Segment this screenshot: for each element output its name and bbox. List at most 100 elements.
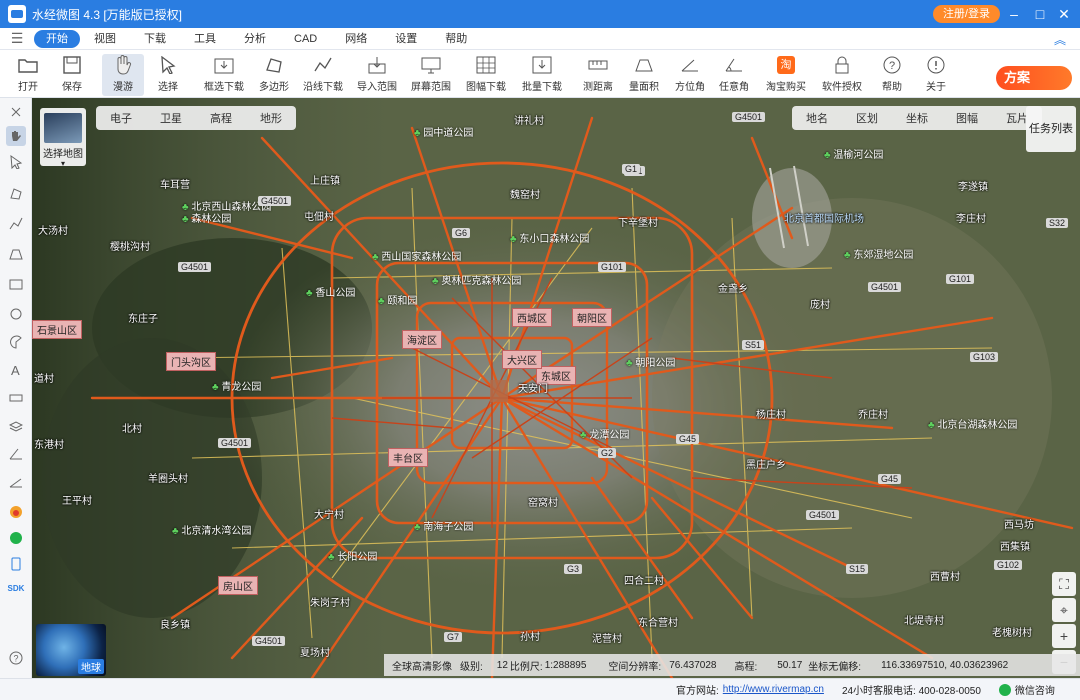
map-park: 龙潭公园: [580, 426, 629, 441]
cursor-icon: [157, 54, 179, 76]
menu-bar: ☰ 开始 视图 下载 工具 分析 CAD 网络 设置 帮助 ︽: [0, 28, 1080, 50]
info-icon: [925, 54, 947, 76]
menu-analysis[interactable]: 分析: [230, 30, 280, 48]
map-label: 西集镇: [1000, 542, 1030, 553]
tool-license[interactable]: 软件授权: [818, 54, 866, 96]
sector-icon[interactable]: [6, 332, 26, 352]
map-label: 大汤村: [38, 226, 68, 237]
wechat-consult-link[interactable]: 微信咨询: [1015, 682, 1055, 697]
menu-network[interactable]: 网络: [331, 30, 381, 48]
menu-download[interactable]: 下载: [130, 30, 180, 48]
tool-label: 淘宝购买: [766, 82, 806, 93]
tool-sheet-download[interactable]: 图幅下载: [462, 54, 510, 96]
menu-cad[interactable]: CAD: [280, 30, 331, 48]
site-link[interactable]: http://www.rivermap.cn: [723, 684, 824, 695]
map-layer-tab[interactable]: 区划: [842, 110, 892, 126]
tool-label: 方位角: [675, 82, 705, 93]
map-label: 东港村: [34, 440, 64, 451]
polyline-icon: [312, 54, 334, 76]
highway-shield: G102: [994, 560, 1023, 570]
map-type-tab[interactable]: 高程: [196, 110, 246, 126]
map-label: 道村: [34, 374, 54, 385]
globe-view-button[interactable]: 地球: [36, 624, 106, 676]
highway-shield: G7: [444, 632, 463, 642]
help-icon[interactable]: ?: [6, 648, 26, 668]
map-label: 王平村: [62, 496, 92, 507]
tool-batch-download[interactable]: 批量下载: [518, 54, 566, 96]
pin-icon[interactable]: [6, 102, 26, 122]
menu-settings[interactable]: 设置: [381, 30, 431, 48]
menu-help[interactable]: 帮助: [431, 30, 481, 48]
svg-text:?: ?: [14, 654, 19, 664]
tool-box-download[interactable]: 框选下载: [200, 54, 248, 96]
map-type-tab[interactable]: 电子: [96, 110, 146, 126]
close-icon[interactable]: ✕: [1054, 4, 1074, 24]
map-label: 杨庄村: [756, 410, 786, 421]
angle-icon[interactable]: [6, 444, 26, 464]
zoom-in-icon[interactable]: +: [1052, 624, 1076, 648]
tool-open[interactable]: 打开: [8, 54, 48, 96]
circle-icon[interactable]: [6, 304, 26, 324]
map-park: 香山公园: [306, 284, 355, 299]
text-icon[interactable]: A: [6, 360, 26, 380]
map-layer-tab[interactable]: 图幅: [942, 110, 992, 126]
map-type-tab[interactable]: 卫星: [146, 110, 196, 126]
tool-measure-area[interactable]: 量面积: [624, 54, 664, 96]
locate-icon[interactable]: ⌖: [1052, 598, 1076, 622]
hand-icon[interactable]: [6, 126, 26, 146]
minimize-icon[interactable]: –: [1004, 4, 1024, 24]
area-icon[interactable]: [6, 244, 26, 264]
highway-shield: G101: [946, 274, 975, 284]
weibo-icon[interactable]: [6, 502, 26, 522]
tool-measure-distance[interactable]: 测距离: [578, 54, 618, 96]
taobao-icon: 淘: [775, 54, 797, 76]
tool-line-download[interactable]: 沿线下载: [300, 54, 346, 96]
tool-label: 任意角: [719, 82, 749, 93]
map-view[interactable]: 讲礼村 车耳营 上庄镇 魏窑村 大汤村 樱桃沟村 屯佃村 东庄子 石景山区 海淀…: [32, 98, 1080, 678]
save-icon: [61, 54, 83, 76]
task-list-button[interactable]: 任务列表: [1026, 106, 1076, 152]
ruler-icon[interactable]: [6, 388, 26, 408]
status-resolution: 76.437028: [669, 659, 717, 671]
tool-any-angle[interactable]: 任意角: [714, 54, 754, 96]
tool-help[interactable]: ? 帮助: [872, 54, 912, 96]
search-scheme-button[interactable]: 方案: [996, 66, 1072, 90]
fullscreen-icon[interactable]: ⛶: [1052, 572, 1076, 596]
polyline-icon[interactable]: [6, 214, 26, 234]
bearing-icon[interactable]: [6, 472, 26, 492]
tool-pan[interactable]: 漫游: [102, 54, 144, 96]
polygon-icon[interactable]: [6, 184, 26, 204]
map-label: 羊圈头村: [148, 474, 188, 485]
login-button[interactable]: 注册/登录: [932, 5, 1000, 23]
menu-start[interactable]: 开始: [34, 29, 80, 48]
tool-taobao[interactable]: 淘 淘宝购买: [762, 54, 810, 96]
layers-icon[interactable]: [6, 416, 26, 436]
map-label: 下辛堡村: [618, 218, 658, 229]
map-layer-tab[interactable]: 坐标: [892, 110, 942, 126]
basemap-selector[interactable]: 选择地图 ▾: [40, 108, 86, 168]
menu-tools[interactable]: 工具: [180, 30, 230, 48]
cursor-icon[interactable]: [6, 152, 26, 172]
map-label: 大宁村: [314, 510, 344, 521]
phone-icon[interactable]: [6, 554, 26, 574]
rectangle-icon[interactable]: [6, 274, 26, 294]
music-icon[interactable]: [6, 528, 26, 548]
highway-shield: S51: [742, 340, 765, 350]
maximize-icon[interactable]: □: [1030, 4, 1050, 24]
tool-screen-range[interactable]: 屏幕范围: [408, 54, 454, 96]
map-type-tab[interactable]: 地形: [246, 110, 296, 126]
tool-save[interactable]: 保存: [52, 54, 92, 96]
highway-shield: G4501: [868, 282, 902, 292]
collapse-ribbon-icon[interactable]: ︽: [1054, 31, 1066, 48]
hamburger-icon[interactable]: ☰: [0, 30, 34, 47]
menu-view[interactable]: 视图: [80, 30, 130, 48]
sdk-icon[interactable]: SDK: [6, 578, 26, 598]
highway-shield: G103: [970, 352, 999, 362]
tool-import-range[interactable]: 导入范围: [354, 54, 400, 96]
highway-shield: G6: [452, 228, 471, 238]
tool-polygon[interactable]: 多边形: [254, 54, 294, 96]
map-layer-tab[interactable]: 地名: [792, 110, 842, 126]
tool-bearing[interactable]: 方位角: [670, 54, 710, 96]
tool-about[interactable]: 关于: [916, 54, 956, 96]
tool-select[interactable]: 选择: [148, 54, 188, 96]
